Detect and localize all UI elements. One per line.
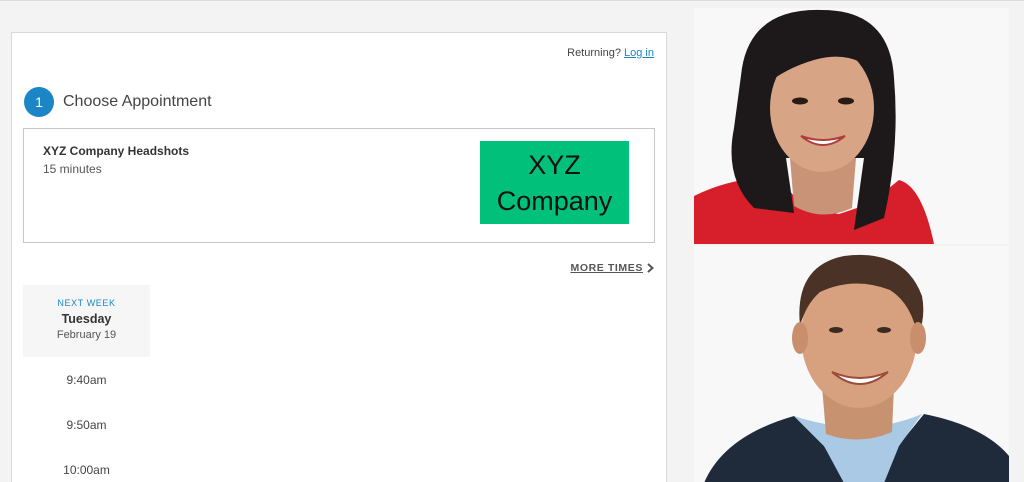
day-name: Tuesday [61, 312, 112, 326]
headshot-sample-man [694, 246, 1009, 482]
time-slot[interactable]: 9:40am [23, 373, 150, 387]
day-column-header: NEXT WEEK Tuesday February 19 [23, 285, 150, 357]
time-slot[interactable]: 9:50am [23, 418, 150, 432]
time-slot[interactable]: 10:00am [23, 463, 150, 477]
more-times-link[interactable]: MORE TIMES [570, 262, 654, 274]
headshot-sample-woman [694, 8, 1009, 244]
week-label: NEXT WEEK [57, 298, 116, 308]
login-link[interactable]: Log in [624, 47, 654, 59]
booking-panel: Returning? Log in 1 Choose Appointment X… [11, 32, 667, 482]
returning-prompt: Returning? Log in [567, 47, 654, 59]
company-logo-line2: Company [496, 185, 613, 216]
more-times-label: MORE TIMES [570, 262, 643, 274]
step-title: Choose Appointment [63, 93, 212, 110]
chevron-right-icon [647, 263, 654, 273]
appointment-name: XYZ Company Headshots [43, 144, 190, 158]
step-header: 1 Choose Appointment [24, 87, 212, 117]
company-logo-line1: XYZ [528, 149, 581, 180]
company-logo: XYZ Company [480, 141, 629, 224]
day-date: February 19 [56, 329, 117, 341]
returning-text: Returning? [567, 47, 621, 59]
step-number-badge: 1 [24, 87, 54, 117]
appointment-type-card[interactable]: XYZ Company Headshots 15 minutes XYZ Com… [23, 128, 655, 243]
appointment-duration: 15 minutes [43, 162, 102, 176]
